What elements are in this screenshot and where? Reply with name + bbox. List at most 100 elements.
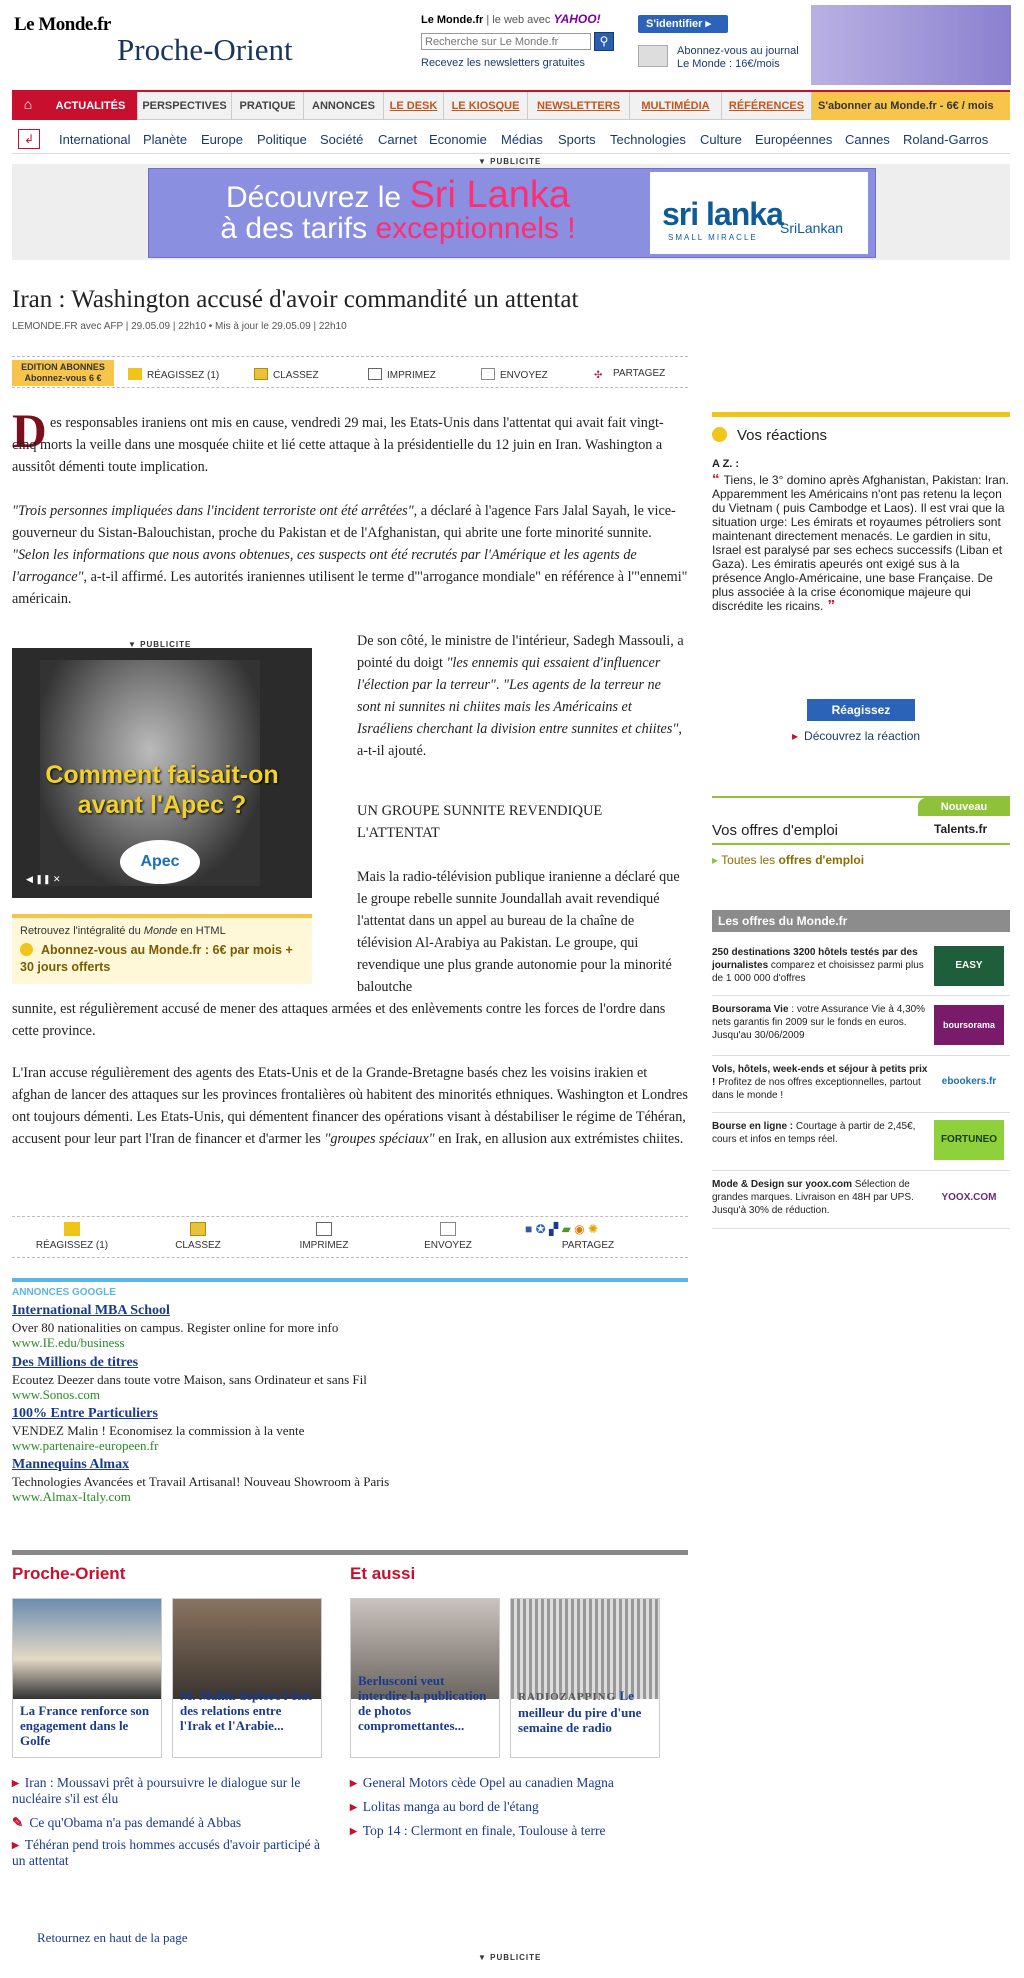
offer-1[interactable]: 250 destinations 3200 hôtels testés par …: [712, 946, 932, 985]
paragraph-3: De son côté, le ministre de l'intérieur,…: [357, 633, 684, 759]
related-right-link-1[interactable]: ▸ General Motors cède Opel au canadien Ma…: [350, 1775, 680, 1791]
reaction-text: “ Tiens, le 3° domino après Afghanistan,…: [712, 471, 1009, 614]
related-card-3-title[interactable]: Berlusconi veut interdire la publication…: [358, 1673, 494, 1733]
email-tool-bottom[interactable]: ENVOYEZ: [398, 1240, 498, 1251]
folder-icon[interactable]: [190, 1222, 206, 1236]
reactions-title: Vos réactions: [712, 427, 827, 444]
ad-url-2[interactable]: www.Sonos.com: [12, 1387, 100, 1403]
react-button[interactable]: Réagissez: [807, 699, 915, 721]
sublink-sports[interactable]: Sports: [558, 132, 596, 147]
tab-le-desk[interactable]: LE DESK: [384, 92, 444, 120]
yoox-logo[interactable]: YOOX.COM: [934, 1178, 1004, 1218]
edition-badge-line2: Abonnez-vous 6 €: [24, 373, 102, 383]
all-jobs-link[interactable]: ▸ Toutes les offres d'emploi: [712, 853, 864, 867]
tab-multimedia[interactable]: MULTIMÉDIA: [630, 92, 722, 120]
sublink-societe[interactable]: Société: [320, 132, 363, 147]
related-left-link-1[interactable]: ▸ Iran : Moussavi prêt à poursuivre le di…: [12, 1775, 332, 1807]
tab-perspectives[interactable]: PERSPECTIVES: [138, 92, 232, 120]
related-card-2-title[interactable]: M. Maliki déplore l'état des relations e…: [180, 1688, 316, 1733]
talents-logo[interactable]: Talents.fr: [934, 822, 987, 836]
offer-4[interactable]: Bourse en ligne : Courtage à partir de 2…: [712, 1120, 932, 1146]
tab-le-kiosque[interactable]: LE KIOSQUE: [444, 92, 528, 120]
classify-tool[interactable]: CLASSEZ: [254, 368, 319, 381]
sublink-planete[interactable]: Planète: [143, 132, 187, 147]
tab-newsletters[interactable]: NEWSLETTERS: [528, 92, 630, 120]
easy-voyage-logo[interactable]: EASY VOYAGE: [934, 946, 1004, 1011]
return-arrow-icon[interactable]: ↲: [18, 129, 40, 149]
search-icon: ⚲: [599, 34, 609, 48]
related-left-title[interactable]: Proche-Orient: [12, 1564, 125, 1584]
sublink-cannes[interactable]: Cannes: [845, 132, 890, 147]
newspaper-icon[interactable]: [638, 45, 668, 67]
sublink-international[interactable]: International: [59, 132, 131, 147]
login-button[interactable]: S'identifier ▸: [638, 15, 728, 33]
ad-title-1[interactable]: International MBA School: [12, 1303, 170, 1319]
ad-player-controls[interactable]: ◀ ❚❚ ✕: [26, 874, 61, 885]
tab-pratique[interactable]: PRATIQUE: [232, 92, 304, 120]
new-badge: Nouveau: [918, 798, 1010, 816]
discover-reaction-link[interactable]: ▸ Découvrez la réaction: [792, 729, 920, 743]
ad-title-2[interactable]: Des Millions de titres: [12, 1355, 138, 1371]
email-tool[interactable]: ENVOYEZ: [481, 368, 548, 381]
related-right-link-3[interactable]: ▸ Top 14 : Clermont en finale, Toulouse à…: [350, 1823, 680, 1839]
react-tool-bottom[interactable]: RÉAGISSEZ (1): [22, 1240, 122, 1251]
related-left-link-2[interactable]: ✎ Ce qu'Obama n'a pas demandé à Abbas: [12, 1815, 332, 1831]
sublink-technologies[interactable]: Technologies: [610, 132, 686, 147]
jobs-title: Vos offres d'emploi: [712, 822, 838, 839]
subscribe-promo-link[interactable]: Abonnez-vous au Monde.fr : 6€ par mois +…: [20, 942, 310, 976]
react-tool[interactable]: RÉAGISSEZ (1): [128, 368, 219, 381]
offer-5[interactable]: Mode & Design sur yoox.com Sélection de …: [712, 1178, 932, 1217]
sublink-carnet[interactable]: Carnet: [378, 132, 417, 147]
lemonde-logo[interactable]: Le Monde.fr: [14, 14, 111, 36]
yahoo-logo[interactable]: YAHOO!: [553, 12, 600, 26]
related-card-1-title[interactable]: La France renforce son engagement dans l…: [20, 1703, 156, 1748]
search-input[interactable]: [421, 33, 591, 50]
coin-icon: [20, 943, 33, 956]
ad-title-3[interactable]: 100% Entre Particuliers: [12, 1406, 158, 1422]
offer-separator: [712, 1112, 1010, 1113]
share-tool-bottom[interactable]: PARTAGEZ: [538, 1240, 638, 1251]
print-icon[interactable]: [316, 1222, 332, 1236]
section-title: Proche-Orient: [117, 32, 293, 67]
fortuneo-logo[interactable]: FORTUNEO: [934, 1120, 1004, 1160]
social-share-icons[interactable]: ■ ✪ ▞ ▰ ◉ ✺: [525, 1222, 598, 1236]
apec-ad-text: Comment faisait-on avant l'Apec ?: [45, 761, 279, 819]
tab-annonces[interactable]: ANNONCES: [304, 92, 384, 120]
newsletter-link[interactable]: Recevez les newsletters gratuites: [421, 57, 585, 69]
classify-tool-bottom[interactable]: CLASSEZ: [148, 1240, 248, 1251]
boursorama-logo[interactable]: boursorama banque: [934, 1005, 1004, 1070]
site-name[interactable]: Le Monde.fr: [421, 14, 483, 26]
related-right-link-2[interactable]: ▸ Lolitas manga au bord de l'étang: [350, 1799, 680, 1815]
envelope-icon[interactable]: [440, 1222, 456, 1236]
offer-3[interactable]: Vols, hôtels, week-ends et séjour à peti…: [712, 1063, 932, 1102]
sublink-economie[interactable]: Economie: [429, 132, 487, 147]
sublink-medias[interactable]: Médias: [501, 132, 543, 147]
ebookers-logo[interactable]: ebookers.fr: [934, 1062, 1004, 1102]
sublink-europeennes[interactable]: Européennes: [755, 132, 832, 147]
tab-actualites[interactable]: ACTUALITÉS: [44, 92, 138, 120]
tab-references[interactable]: RÉFÉRENCES: [722, 92, 812, 120]
back-to-top-link[interactable]: Retournez en haut de la page: [37, 1930, 188, 1946]
related-card-4-title[interactable]: RADIOZAPPING Le meilleur du pire d'une s…: [518, 1688, 654, 1735]
subscribe-tab[interactable]: S'abonner au Monde.fr - 6€ / mois: [812, 92, 1010, 120]
offer-2[interactable]: Boursorama Vie : votre Assurance Vie à 4…: [712, 1003, 932, 1042]
related-left-link-3[interactable]: ▸ Téhéran pend trois hommes accusés d'avo…: [12, 1837, 332, 1869]
ad-url-1[interactable]: www.IE.edu/business: [12, 1335, 125, 1351]
comment-icon[interactable]: [64, 1222, 80, 1236]
subscribe-journal-link[interactable]: Abonnez-vous au journal Le Monde : 16€/m…: [677, 45, 799, 71]
print-tool[interactable]: IMPRIMEZ: [368, 368, 436, 381]
share-tool[interactable]: ✣ PARTAGEZ: [594, 368, 665, 382]
sublink-roland-garros[interactable]: Roland-Garros: [903, 132, 988, 147]
sublink-europe[interactable]: Europe: [201, 132, 243, 147]
article-subhead: UN GROUPE SUNNITE REVENDIQUE L'ATTENTAT: [357, 803, 603, 841]
sublink-politique[interactable]: Politique: [257, 132, 307, 147]
ad-title-4[interactable]: Mannequins Almax: [12, 1457, 129, 1473]
ad-url-4[interactable]: www.Almax-Italy.com: [12, 1489, 131, 1505]
header-ad-banner[interactable]: [811, 5, 1011, 85]
search-button[interactable]: ⚲: [594, 32, 614, 51]
home-button[interactable]: ⌂: [12, 90, 44, 120]
sublink-culture[interactable]: Culture: [700, 132, 742, 147]
ad-url-3[interactable]: www.partenaire-europeen.fr: [12, 1438, 158, 1454]
edition-abonnes-badge[interactable]: EDITION ABONNES Abonnez-vous 6 €: [12, 360, 114, 386]
print-tool-bottom[interactable]: IMPRIMEZ: [274, 1240, 374, 1251]
